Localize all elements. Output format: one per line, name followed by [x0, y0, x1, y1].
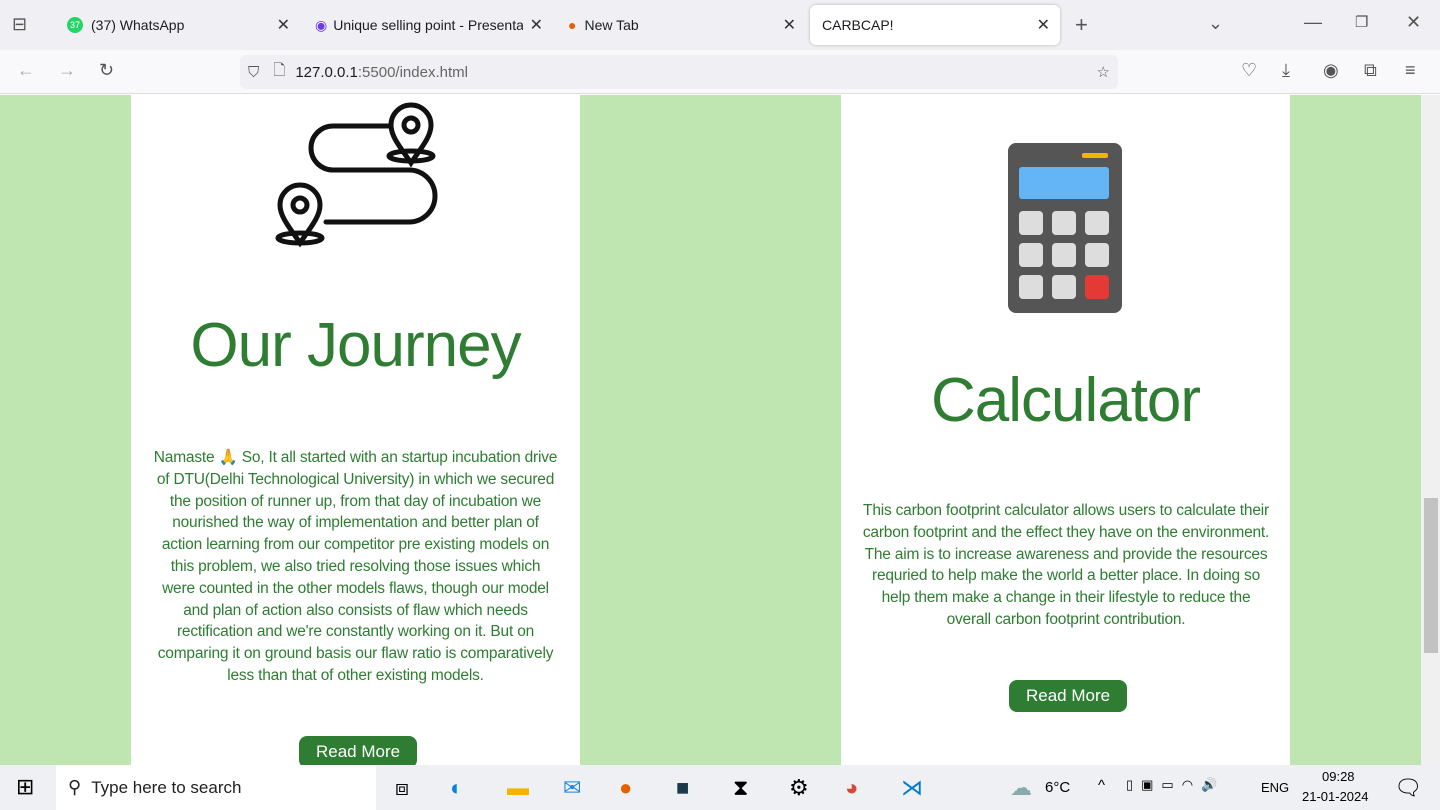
menu-icon[interactable]: ≡ [1405, 60, 1416, 81]
url-host: 127.0.0.1 [295, 63, 358, 81]
restore-icon[interactable]: ❐ [1355, 13, 1368, 31]
forward-icon[interactable]: → [58, 60, 76, 81]
firefox-icon: ● [568, 17, 577, 33]
tab-presentation[interactable]: ◉ Unique selling point - Presentat ✕ [303, 5, 553, 45]
url-path: :5500/index.html [357, 63, 468, 81]
tab-label: New Tab [584, 17, 639, 33]
notifications-icon[interactable]: 🗨 [1394, 775, 1422, 801]
close-tab-icon[interactable]: ✕ [277, 15, 290, 35]
route-map-pins-icon [275, 102, 438, 248]
minimize-icon[interactable]: — [1304, 12, 1322, 33]
settings-gear-icon[interactable]: ⚙ [789, 775, 809, 801]
back-icon[interactable]: ← [17, 60, 35, 81]
tab-label: Unique selling point - Presentat [333, 17, 524, 33]
reload-icon[interactable]: ↻ [99, 60, 114, 81]
close-tab-icon[interactable]: ✕ [530, 15, 543, 35]
tab-whatsapp[interactable]: 37 (37) WhatsApp ✕ [55, 5, 300, 45]
task-view-icon[interactable]: ⧈ [395, 775, 409, 801]
taskbar: ⊞ ⚲ Type here to search ⧈ ◐ ▬ ✉ ● ■ ⧗ ⚙ … [0, 765, 1440, 810]
tab-bar: ⊟ 37 (37) WhatsApp ✕ ◉ Unique selling po… [0, 0, 1440, 50]
scrollbar-thumb[interactable] [1424, 498, 1438, 653]
navigation-bar: ← → ↻ ⛉ 🗋 127.0.0.1:5500/index.html ☆ ♡ … [0, 50, 1440, 94]
tab-list-icon[interactable]: ⊟ [12, 14, 27, 35]
journey-card: Our Journey Namaste 🙏 So, It all started… [131, 95, 580, 765]
search-icon: ⚲ [68, 777, 82, 797]
calculator-icon [1008, 143, 1122, 313]
bookmark-star-icon[interactable]: ☆ [1097, 63, 1110, 81]
address-bar[interactable]: ⛉ 🗋 127.0.0.1:5500/index.html ☆ [240, 55, 1118, 89]
read-more-button[interactable]: Read More [1009, 680, 1128, 712]
tab-new-tab[interactable]: ● New Tab ✕ [556, 5, 806, 45]
account-icon[interactable]: ◉ [1323, 60, 1339, 81]
shield-icon[interactable]: ⛉ [248, 64, 259, 81]
card-text: Namaste 🙏 So, It all started with an sta… [153, 449, 558, 684]
system-tray-icons[interactable]: ▯▣▭◠🔊 [1126, 777, 1225, 793]
close-tab-icon[interactable]: ✕ [783, 15, 796, 35]
tab-carbcap[interactable]: CARBCAP! ✕ [810, 5, 1060, 45]
presentation-icon: ◉ [315, 16, 328, 33]
clock-time[interactable]: 09:28 [1322, 769, 1355, 784]
close-window-icon[interactable]: ✕ [1406, 12, 1421, 33]
vscode-icon[interactable]: ⋊ [901, 775, 923, 801]
whatsapp-icon: 37 [67, 17, 83, 33]
file-explorer-icon[interactable]: ▬ [507, 775, 529, 801]
clock-date[interactable]: 21-01-2024 [1302, 789, 1369, 804]
new-tab-icon[interactable]: + [1075, 12, 1088, 38]
mail-icon[interactable]: ✉ [563, 775, 581, 801]
page-content: Our Journey Namaste 🙏 So, It all started… [0, 95, 1421, 765]
chevron-up-icon[interactable]: ^ [1098, 777, 1105, 794]
scrollbar[interactable] [1421, 95, 1440, 765]
chrome-icon[interactable]: ◕ [845, 775, 858, 801]
extensions-icon[interactable]: ⧉ [1364, 60, 1377, 81]
windows-start-icon[interactable]: ⊞ [16, 774, 34, 800]
taskbar-search[interactable]: ⚲ Type here to search [56, 765, 376, 810]
calculator-card: Calculator This carbon footprint calcula… [841, 95, 1290, 765]
firefox-icon[interactable]: ● [619, 775, 632, 801]
weather-cloud-icon: ☁ [1010, 775, 1032, 800]
language-indicator[interactable]: ENG [1261, 780, 1289, 795]
card-title: Our Journey [190, 311, 521, 380]
app-icon[interactable]: ■ [676, 775, 689, 801]
page-icon: 🗋 [273, 61, 286, 79]
close-tab-icon[interactable]: ✕ [1037, 15, 1050, 35]
download-icon[interactable]: ⤓ [1282, 60, 1290, 81]
weather-temp: 6°C [1045, 779, 1071, 796]
card-title: Calculator [930, 366, 1201, 435]
tab-label: (37) WhatsApp [91, 17, 185, 33]
chevron-down-icon[interactable]: ⌄ [1208, 13, 1223, 34]
edge-icon[interactable]: ◐ [450, 775, 463, 801]
card-text: This carbon footprint calculator allows … [862, 502, 1270, 628]
read-more-button[interactable]: Read More [299, 736, 418, 765]
capcut-icon[interactable]: ⧗ [733, 775, 748, 801]
tab-label: CARBCAP! [822, 17, 894, 33]
pocket-icon[interactable]: ♡ [1241, 60, 1257, 81]
search-placeholder: Type here to search [91, 777, 242, 797]
